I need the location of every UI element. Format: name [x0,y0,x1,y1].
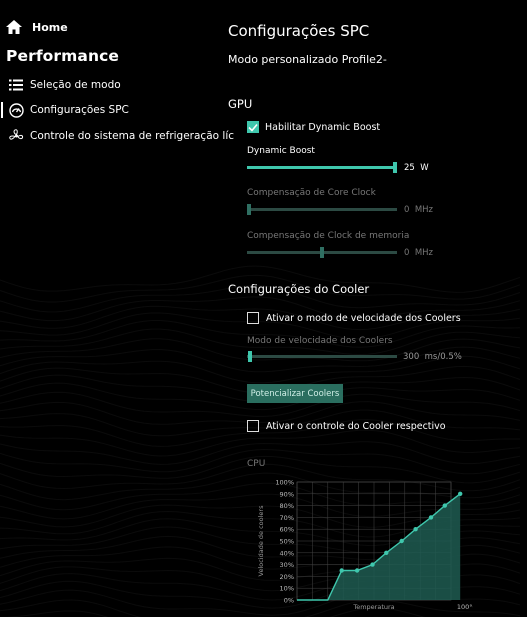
y-tick-label: 50% [280,538,294,546]
gpu-heading: GPU [228,97,253,111]
fan-curve-point[interactable] [442,503,447,508]
y-tick-label: 70% [280,514,294,522]
checkbox-label: Habilitar Dynamic Boost [265,121,381,133]
sidebar-title: Performance [6,47,119,65]
dynamic-boost-label: Dynamic Boost [247,146,315,156]
cooler-speed-thumb[interactable] [248,351,252,362]
cooler-speed-mode-label: Modo de velocidade dos Coolers [247,336,393,346]
page-title: Configurações SPC [228,22,370,40]
y-tick-label: 40% [280,549,294,557]
y-axis-label: Velocidade de coolers [257,505,265,577]
profile-subtitle: Modo personalizado Profile2- [228,53,387,66]
dynamic-boost-fill [247,166,397,169]
fan-curve-point[interactable] [413,527,418,532]
cooler-speed-mode-checkbox[interactable]: Ativar o modo de velocidade dos Coolers [247,312,461,324]
sidebar-item-label: Seleção de modo [30,79,121,91]
y-tick-label: 0% [284,597,294,605]
cooler-speed-slider[interactable] [247,355,397,358]
core-clock-label: Compensação de Core Clock [247,188,376,198]
fan-curve-point[interactable] [354,568,360,573]
y-tick-label: 20% [280,573,294,581]
sidebar-item-label: Configurações SPC [30,104,129,116]
fan-icon [8,129,24,143]
core-clock-value: 0 MHz [404,205,434,215]
x-axis-label: Temperatura [352,603,394,611]
y-tick-label: 10% [280,585,294,593]
dynamic-boost-value: 25 W [404,163,429,173]
active-indicator [1,102,3,118]
core-clock-slider[interactable] [247,208,397,211]
y-tick-label: 60% [280,526,294,534]
home-link[interactable]: Home [6,20,68,34]
fan-curve-point[interactable] [458,491,463,496]
dynamic-boost-checkbox[interactable]: Habilitar Dynamic Boost [247,121,380,133]
wave-line [0,429,521,457]
fan-curve-point[interactable] [339,568,344,573]
speedometer-icon [8,102,24,118]
home-icon [6,20,22,34]
checkbox-unchecked-icon [247,312,259,324]
core-clock-thumb[interactable] [247,204,251,215]
checkbox-unchecked-icon [247,420,259,432]
cooler-speed-value: 300 ms/0.5% [403,352,462,362]
cpu-fan-curve-chart[interactable]: 0% 10% 20% 30% 40% 50% 60% 70% 80% 90% 100% Velocid… [243,472,473,617]
checkbox-label: Ativar o controle do Cooler respectivo [266,420,446,432]
x-axis-end-label: 100°C [457,603,473,611]
sidebar-item-label: Controle do sistema de refrigeração líc [30,130,235,142]
y-tick-label: 90% [280,490,294,498]
boost-coolers-button[interactable]: Potencializar Coolers [247,384,343,403]
checkbox-checked-icon [247,121,259,133]
home-label: Home [32,20,68,34]
memory-clock-value: 0 MHz [404,248,434,258]
dynamic-boost-thumb[interactable] [393,162,397,173]
y-tick-label: 80% [280,502,294,510]
y-tick-label: 100% [275,479,294,487]
fan-curve-point[interactable] [399,538,404,544]
memory-clock-label: Compensação de Clock de memoria [247,231,410,241]
fan-curve-point[interactable] [384,550,389,555]
y-tick-label: 30% [280,561,294,569]
sidebar-item-cooling-control[interactable]: Controle do sistema de refrigeração líc [8,129,234,143]
fan-curve-point[interactable] [370,562,375,567]
cpu-label: CPU [247,459,266,469]
sidebar-item-mode-selection[interactable]: Seleção de modo [8,78,121,92]
memory-clock-thumb[interactable] [320,247,324,258]
checkbox-label: Ativar o modo de velocidade dos Coolers [266,312,461,324]
respective-cooler-checkbox[interactable]: Ativar o controle do Cooler respectivo [247,420,446,432]
cooler-heading: Configurações do Cooler [228,282,370,296]
sidebar-item-spc-settings[interactable]: Configurações SPC [8,102,129,118]
fan-curve-point[interactable] [428,515,434,520]
list-icon [8,78,24,92]
